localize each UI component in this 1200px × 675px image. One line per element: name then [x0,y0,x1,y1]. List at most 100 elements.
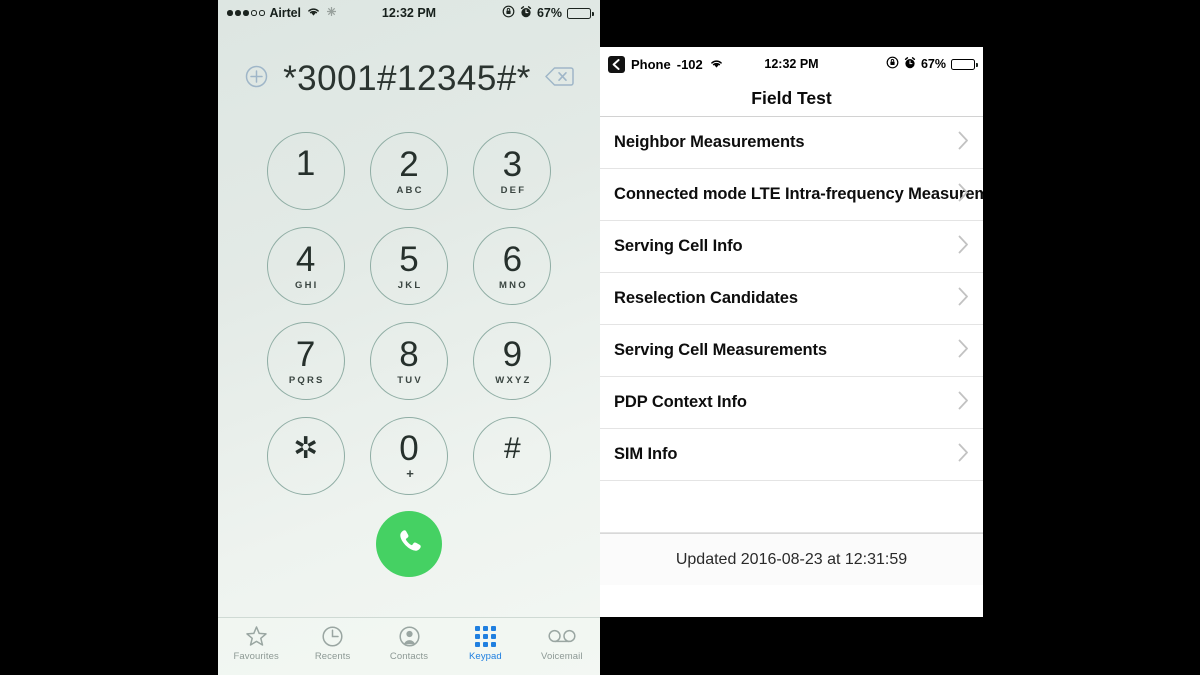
key-5[interactable]: 5 JKL [369,227,448,305]
key-hash[interactable]: # [473,417,552,495]
key-digit: 1 [295,144,316,183]
page-title: Field Test [600,81,983,116]
keypad-grid-icon [474,624,496,648]
list-item-reselection-candidates[interactable]: Reselection Candidates [600,273,983,325]
carrier-name: Airtel [269,6,301,20]
back-chevron-icon[interactable] [608,55,625,73]
key-0[interactable]: 0 + [369,417,448,495]
dialed-number: *3001#12345#* [283,59,531,98]
list-item-label: Neighbor Measurements [614,133,805,151]
chevron-right-icon [958,443,969,466]
key-digit: 5 [399,239,419,279]
tab-keypad[interactable]: Keypad [447,624,523,662]
key-4[interactable]: 4 GHI [266,227,345,305]
key-6[interactable]: 6 MNO [473,227,552,305]
field-test-phone-panel: Phone -102 12:32 PM 67% Field Test Neigh… [600,47,983,617]
key-letters: JKL [397,279,423,291]
list-item-label: PDP Context Info [614,393,747,411]
list-item-label: Serving Cell Measurements [614,341,827,359]
signal-dot-filled [235,10,241,16]
key-7[interactable]: 7 PQRS [266,322,345,400]
signal-dot-filled [243,10,249,16]
field-test-status-bar: Phone -102 12:32 PM 67% [600,47,983,81]
key-digit: 3 [502,144,523,184]
key-digit: 0 [399,429,419,468]
chevron-right-icon [958,391,969,414]
key-digit: ✲ [293,431,319,465]
key-letters: TUV [397,374,423,386]
voicemail-icon [548,624,576,648]
key-letters: WXYZ [495,374,532,386]
key-letters: MNO [499,279,528,291]
list-item-label: Connected mode LTE Intra-frequency Measu… [614,185,983,203]
key-letters: PQRS [288,374,325,386]
tab-label: Keypad [469,651,502,662]
key-8[interactable]: 8 TUV [369,322,448,400]
list-item-serving-cell-info[interactable]: Serving Cell Info [600,221,983,273]
alarm-icon [904,56,916,72]
list-item-pdp-context-info[interactable]: PDP Context Info [600,377,983,429]
status-bar-right-group: 67% [502,5,594,21]
battery-icon [951,58,978,70]
wifi-icon [709,57,724,72]
tab-label: Voicemail [541,651,583,662]
chevron-right-icon [958,339,969,362]
tab-contacts[interactable]: Contacts [371,624,447,662]
field-test-footer: Updated 2016-08-23 at 12:31:59 [600,533,983,585]
key-digit: 6 [502,239,523,279]
key-1[interactable]: 1 [266,132,345,210]
call-button[interactable] [376,511,442,577]
star-icon [245,624,268,648]
list-item-empty [600,481,983,533]
phone-call-icon [394,526,425,562]
list-item-sim-info[interactable]: SIM Info [600,429,983,481]
dialer-status-bar: Airtel 12:32 PM 67% [218,0,600,26]
tab-favourites[interactable]: Favourites [218,624,294,662]
signal-dot-empty [251,10,257,16]
list-item-neighbor-measurements[interactable]: Neighbor Measurements [600,117,983,169]
alarm-icon [520,5,532,21]
list-item-connected-mode-lte[interactable]: Connected mode LTE Intra-frequency Measu… [600,169,983,221]
chevron-right-icon [958,287,969,310]
list-item-label: SIM Info [614,445,678,463]
key-star[interactable]: ✲ [266,417,345,495]
key-digit: 9 [502,334,523,374]
dial-keypad: 1 2 ABC 3 DEF 4 GHI 5 JKL 6 MNO 7 PQRS 8… [254,132,564,495]
key-digit: 4 [295,239,316,279]
rotation-lock-icon [502,5,515,21]
dialer-phone-panel: Airtel 12:32 PM 67% *3001#12345#* 1 2 AB… [218,0,600,675]
key-digit: 8 [399,334,419,374]
battery-icon [567,7,594,19]
key-9[interactable]: 9 WXYZ [473,322,552,400]
back-label[interactable]: Phone [631,57,671,72]
key-digit: 7 [295,334,316,374]
updated-timestamp: Updated 2016-08-23 at 12:31:59 [675,550,908,568]
key-letters: ABC [396,184,424,196]
signal-dot-filled [227,10,233,16]
person-icon [398,624,421,648]
tab-label: Contacts [389,651,429,662]
tab-voicemail[interactable]: Voicemail [524,624,600,662]
screenshot-stage: Airtel 12:32 PM 67% *3001#12345#* 1 2 AB… [0,0,1200,675]
tab-recents[interactable]: Recents [294,624,370,662]
rotation-lock-icon [886,56,899,72]
tab-label: Recents [314,651,351,662]
status-bar-left-group: Phone -102 [608,55,724,73]
backspace-icon[interactable] [545,66,574,92]
key-digit: # [503,431,521,465]
battery-percent-label: 67% [920,57,946,71]
battery-percent-label: 67% [536,6,562,20]
key-2[interactable]: 2 ABC [369,132,448,210]
list-item-label: Serving Cell Info [614,237,743,255]
signal-dbm-label: -102 [676,56,703,72]
add-contact-icon[interactable] [244,64,269,94]
key-letters: DEF [500,184,527,196]
list-item-serving-cell-measurements[interactable]: Serving Cell Measurements [600,325,983,377]
chevron-right-icon [958,131,969,154]
wifi-icon [306,6,321,20]
clock-icon [321,624,344,648]
key-3[interactable]: 3 DEF [473,132,552,210]
key-letters: GHI [295,279,319,291]
chevron-right-icon [958,183,969,206]
key-digit: 2 [399,144,419,184]
